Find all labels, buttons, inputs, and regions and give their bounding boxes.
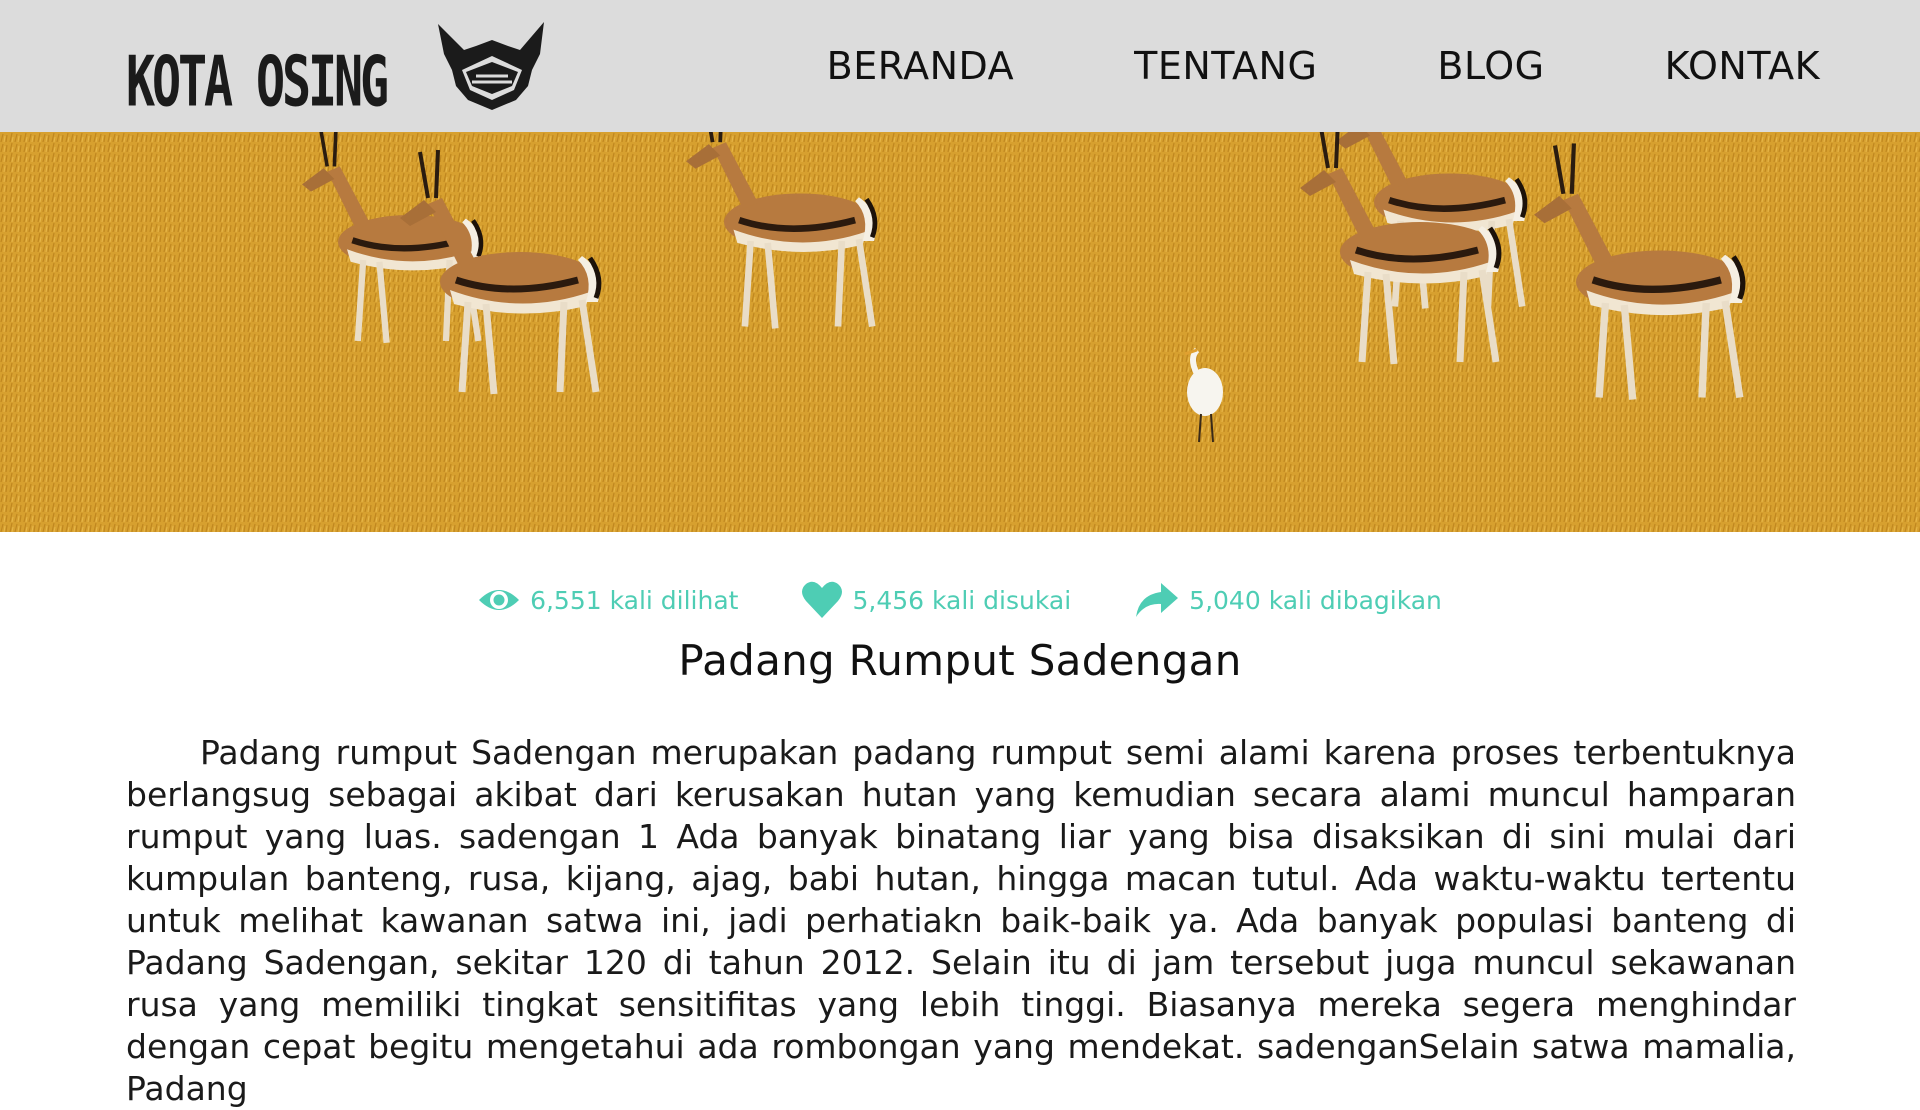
likes-count: 5,456 kali disukai — [852, 585, 1072, 615]
shares-stat: 5,040 kali dibagikan — [1135, 582, 1442, 618]
post-stats: 6,551 kali dilihat 5,456 kali disukai 5,… — [0, 572, 1920, 628]
logo-text: KOTA OSING — [126, 40, 389, 122]
likes-stat: 5,456 kali disukai — [802, 581, 1071, 619]
heart-icon[interactable] — [802, 581, 843, 619]
site-header: KOTA OSING BERANDA TENTANG BLOG KONTAK — [0, 0, 1920, 132]
share-icon[interactable] — [1135, 582, 1179, 618]
shares-count: 5,040 kali dibagikan — [1189, 585, 1442, 615]
site-logo[interactable]: KOTA OSING — [126, 20, 544, 122]
nav-tentang[interactable]: TENTANG — [1134, 44, 1317, 88]
eye-icon — [479, 590, 520, 610]
article-title: Padang Rumput Sadengan — [678, 636, 1242, 685]
nav-kontak[interactable]: KONTAK — [1665, 44, 1820, 88]
views-stat: 6,551 kali dilihat — [478, 586, 738, 615]
views-count: 6,551 kali dilihat — [530, 585, 739, 615]
main-nav: BERANDA TENTANG BLOG KONTAK — [707, 36, 1820, 96]
nav-beranda[interactable]: BERANDA — [827, 44, 1014, 88]
article-body: Padang rumput Sadengan merupakan padang … — [126, 733, 1796, 1108]
hero-image — [0, 132, 1920, 532]
nav-blog[interactable]: BLOG — [1437, 44, 1544, 88]
helmet-logo-icon — [438, 22, 544, 110]
gazelles-savanna-photo — [0, 132, 1920, 532]
